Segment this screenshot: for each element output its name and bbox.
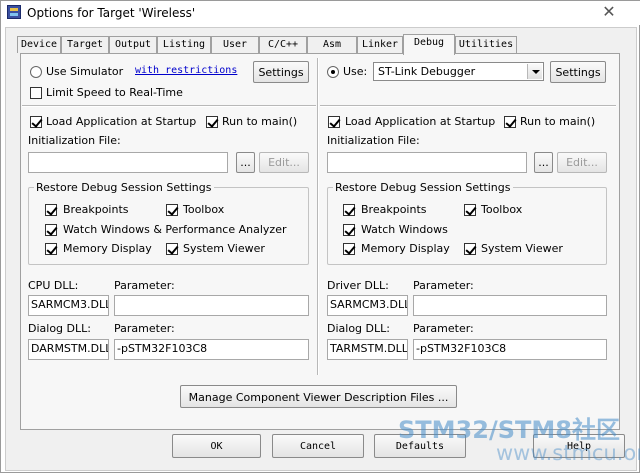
left-breakpoints-label: Breakpoints bbox=[63, 203, 129, 216]
right-system-viewer-label: System Viewer bbox=[481, 242, 563, 255]
use-simulator-radio[interactable] bbox=[30, 66, 42, 78]
tab-listing[interactable]: Listing bbox=[157, 36, 211, 53]
limit-speed-label: Limit Speed to Real-Time bbox=[46, 86, 183, 99]
tab-debug[interactable]: Debug bbox=[403, 34, 455, 55]
left-system-viewer-checkbox[interactable] bbox=[166, 243, 178, 255]
left-memory-label: Memory Display bbox=[63, 242, 152, 255]
right-watch-label: Watch Windows bbox=[361, 223, 448, 236]
ok-button[interactable]: OK bbox=[172, 434, 261, 458]
right-toolbox-label: Toolbox bbox=[481, 203, 523, 216]
title-bar[interactable]: Options for Target 'Wireless' ✕ bbox=[1, 1, 640, 25]
right-dialog-parameter-input[interactable]: -pSTM32F103C8 bbox=[413, 339, 607, 360]
right-edit-button[interactable]: Edit... bbox=[557, 152, 607, 173]
dialog-parameter-input[interactable]: -pSTM32F103C8 bbox=[114, 339, 309, 360]
right-toolbox-checkbox[interactable] bbox=[464, 204, 476, 216]
with-restrictions-link[interactable]: with restrictions bbox=[135, 65, 237, 76]
driver-parameter-label: Parameter: bbox=[413, 279, 474, 292]
close-icon[interactable]: ✕ bbox=[599, 2, 619, 21]
manage-component-viewer-button[interactable]: Manage Component Viewer Description File… bbox=[180, 385, 457, 408]
left-run-to-main-checkbox[interactable] bbox=[206, 116, 218, 128]
tab-user[interactable]: User bbox=[211, 36, 259, 53]
left-run-to-main-label: Run to main() bbox=[222, 115, 298, 128]
left-toolbox-label: Toolbox bbox=[183, 203, 225, 216]
dialog-parameter-label: Parameter: bbox=[114, 322, 175, 335]
tab-linker[interactable]: Linker bbox=[357, 36, 403, 53]
cpu-parameter-label: Parameter: bbox=[114, 279, 175, 292]
limit-speed-checkbox[interactable] bbox=[30, 87, 42, 99]
use-debugger-radio[interactable] bbox=[327, 66, 339, 78]
left-edit-button[interactable]: Edit... bbox=[259, 152, 309, 173]
watermark-line1: STM32/STM8社区 bbox=[398, 416, 620, 444]
app-icon bbox=[7, 5, 21, 19]
right-breakpoints-checkbox[interactable] bbox=[343, 204, 355, 216]
right-load-app-checkbox[interactable] bbox=[328, 116, 340, 128]
column-divider bbox=[317, 58, 319, 375]
debugger-select-value: ST-Link Debugger bbox=[378, 65, 476, 78]
right-top-divider bbox=[320, 105, 616, 107]
cancel-button[interactable]: Cancel bbox=[272, 434, 364, 458]
left-breakpoints-checkbox[interactable] bbox=[45, 204, 57, 216]
right-init-file-input[interactable] bbox=[327, 152, 527, 173]
window-title: Options for Target 'Wireless' bbox=[27, 6, 196, 20]
debugger-settings-button[interactable]: Settings bbox=[550, 61, 606, 83]
tab-target[interactable]: Target bbox=[61, 36, 109, 53]
right-browse-button[interactable]: ... bbox=[534, 152, 553, 173]
tab-output[interactable]: Output bbox=[109, 36, 157, 53]
right-memory-label: Memory Display bbox=[361, 242, 450, 255]
left-top-divider bbox=[22, 105, 316, 107]
dialog-dll-input[interactable]: DARMSTM.DLL bbox=[28, 339, 109, 360]
right-breakpoints-label: Breakpoints bbox=[361, 203, 427, 216]
driver-dll-input[interactable]: SARMCM3.DLL bbox=[327, 295, 408, 316]
left-restore-group-title: Restore Debug Session Settings bbox=[34, 181, 214, 194]
right-dialog-parameter-label: Parameter: bbox=[413, 322, 474, 335]
use-simulator-label: Use Simulator bbox=[46, 65, 124, 78]
right-load-app-label: Load Application at Startup bbox=[345, 115, 496, 128]
driver-parameter-input[interactable] bbox=[413, 295, 607, 316]
cpu-dll-input[interactable]: SARMCM3.DLL bbox=[28, 295, 109, 316]
dialog-dll-label: Dialog DLL: bbox=[28, 322, 91, 335]
tab-asm[interactable]: Asm bbox=[307, 36, 357, 53]
driver-dll-label: Driver DLL: bbox=[327, 279, 389, 292]
tab-device[interactable]: Device bbox=[17, 36, 61, 53]
right-run-to-main-checkbox[interactable] bbox=[504, 116, 516, 128]
left-init-file-input[interactable] bbox=[28, 152, 228, 173]
left-load-app-checkbox[interactable] bbox=[30, 116, 42, 128]
left-load-app-label: Load Application at Startup bbox=[46, 115, 197, 128]
tab-c-cpp[interactable]: C/C++ bbox=[259, 36, 307, 53]
left-watch-label: Watch Windows & Performance Analyzer bbox=[63, 223, 287, 236]
cpu-dll-label: CPU DLL: bbox=[28, 279, 79, 292]
right-run-to-main-label: Run to main() bbox=[520, 115, 596, 128]
simulator-settings-button[interactable]: Settings bbox=[253, 61, 309, 83]
right-init-file-label: Initialization File: bbox=[327, 134, 420, 147]
watermark-line2: www.stmcu.org bbox=[496, 441, 640, 465]
chevron-down-icon[interactable] bbox=[527, 64, 542, 79]
left-browse-button[interactable]: ... bbox=[236, 152, 255, 173]
right-restore-group-title: Restore Debug Session Settings bbox=[333, 181, 513, 194]
left-memory-checkbox[interactable] bbox=[45, 243, 57, 255]
tab-utilities[interactable]: Utilities bbox=[455, 36, 517, 53]
use-label: Use: bbox=[343, 65, 368, 78]
debugger-select[interactable]: ST-Link Debugger bbox=[373, 62, 544, 81]
left-init-file-label: Initialization File: bbox=[28, 134, 121, 147]
cpu-parameter-input[interactable] bbox=[114, 295, 309, 316]
right-dialog-dll-input[interactable]: TARMSTM.DLL bbox=[327, 339, 408, 360]
left-watch-checkbox[interactable] bbox=[45, 224, 57, 236]
left-system-viewer-label: System Viewer bbox=[183, 242, 265, 255]
right-dialog-dll-label: Dialog DLL: bbox=[327, 322, 390, 335]
right-memory-checkbox[interactable] bbox=[343, 243, 355, 255]
right-system-viewer-checkbox[interactable] bbox=[464, 243, 476, 255]
left-toolbox-checkbox[interactable] bbox=[166, 204, 178, 216]
right-watch-checkbox[interactable] bbox=[343, 224, 355, 236]
